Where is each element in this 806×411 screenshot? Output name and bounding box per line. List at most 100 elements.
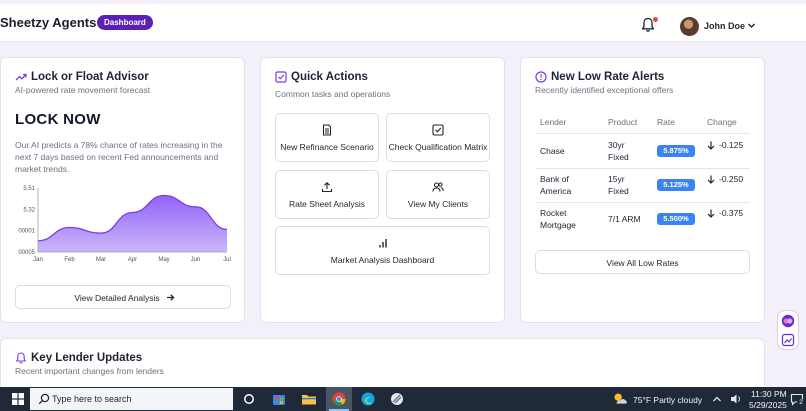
dashboard-badge: Dashboard xyxy=(97,15,153,30)
rate-alerts-subtitle: Recently identified exceptional offers xyxy=(535,85,674,95)
quick-action-new-refinance[interactable]: New Refinance Scenario xyxy=(275,113,379,162)
app-icon[interactable] xyxy=(385,387,409,411)
users-icon xyxy=(432,182,444,192)
x-tick-label: Apr xyxy=(128,257,137,263)
lender-cell-line2: Mortgage xyxy=(540,220,576,230)
x-tick-label: May xyxy=(158,257,169,263)
quick-action-label: Rate Sheet Analysis xyxy=(288,199,366,209)
arrow-down-icon xyxy=(707,141,715,150)
notification-dot xyxy=(653,17,658,22)
column-header-rate: Rate xyxy=(657,117,675,127)
top-navigation-bar: Sheetzy Agents Dashboard John Doe xyxy=(0,4,806,42)
clock-time[interactable]: 11:30 PM xyxy=(751,389,787,399)
upload-icon xyxy=(321,182,333,193)
arrow-right-icon xyxy=(167,294,175,301)
assistant-icon[interactable] xyxy=(781,314,795,328)
checkbox-icon xyxy=(432,124,444,136)
product-cell-line2: Fixed xyxy=(608,152,629,162)
quick-actions-title: Quick Actions xyxy=(291,71,368,83)
clock-date[interactable]: 5/29/2025 xyxy=(749,400,787,410)
column-header-product: Product xyxy=(608,117,638,127)
search-icon xyxy=(38,393,50,405)
lender-cell: Bank of xyxy=(540,174,569,184)
quick-action-check-qualification[interactable]: Check Qualification Matrix xyxy=(386,113,490,162)
avatar[interactable] xyxy=(680,17,699,36)
quick-action-label: Check Qualification Matrix xyxy=(388,142,488,152)
column-header-lender: Lender xyxy=(540,117,567,127)
quick-action-label: New Refinance Scenario xyxy=(280,142,374,152)
user-name[interactable]: John Doe xyxy=(704,21,745,31)
button-label: View All Low Rates xyxy=(606,258,679,268)
lender-updates-subtitle: Recent important changes from lenders xyxy=(15,366,164,376)
chrome-active-tab[interactable] xyxy=(326,387,352,411)
y-tick-label: 5.32 xyxy=(23,207,35,213)
volume-icon[interactable] xyxy=(729,387,743,411)
quick-action-label: View My Clients xyxy=(407,199,469,209)
change-value: -0.375 xyxy=(719,208,744,218)
rate-badge: 5.500% xyxy=(657,213,695,225)
lender-cell: Chase xyxy=(540,146,565,156)
rate-forecast-chart: 5.51 5.32 00001 00005Jan Feb Mar Apr May Jun Jul xyxy=(18,186,231,263)
taskbar-search-box[interactable]: Type here to search xyxy=(30,388,233,410)
trending-up-icon xyxy=(15,73,27,81)
prediction-text: Our AI predicts a 78% chance of rates in… xyxy=(15,140,223,174)
quick-action-view-clients[interactable]: View My Clients xyxy=(386,170,490,219)
button-label: View Detailed Analysis xyxy=(74,293,160,303)
view-detailed-analysis-button[interactable]: View Detailed Analysis xyxy=(15,285,231,309)
alert-circle-icon xyxy=(535,71,547,83)
notification-count: 2 xyxy=(797,399,805,407)
x-tick-label: Mar xyxy=(96,257,106,263)
bell-icon xyxy=(16,352,26,364)
x-tick-label: Feb xyxy=(64,257,75,263)
document-icon xyxy=(322,124,332,136)
change-value: -0.125 xyxy=(719,140,744,150)
x-tick-label: Jan xyxy=(33,257,43,263)
lender-updates-title: Key Lender Updates xyxy=(31,352,143,364)
chevron-down-icon[interactable] xyxy=(747,21,756,30)
x-tick-label: Jul xyxy=(223,257,231,263)
lender-cell: Rocket xyxy=(540,208,567,218)
chart-area-fill xyxy=(38,195,227,252)
quick-actions-subtitle: Common tasks and operations xyxy=(275,89,391,99)
quick-action-market-analysis[interactable]: Market Analysis Dashboard xyxy=(275,226,490,275)
edge-icon[interactable] xyxy=(356,387,380,411)
table-divider xyxy=(535,168,750,169)
image-analysis-icon[interactable] xyxy=(781,333,795,347)
column-header-change: Change xyxy=(707,117,737,127)
product-cell: 7/1 ARM xyxy=(608,214,641,224)
chrome-icon xyxy=(332,392,346,406)
checkbox-icon xyxy=(275,71,287,83)
arrow-down-icon xyxy=(707,209,715,218)
chevron-up-icon[interactable] xyxy=(711,387,723,411)
table-divider xyxy=(535,133,750,134)
change-value: -0.250 xyxy=(719,174,744,184)
y-tick-label: 5.51 xyxy=(23,186,35,192)
arrow-down-icon xyxy=(707,175,715,184)
cortana-icon[interactable] xyxy=(237,387,261,411)
weather-icon xyxy=(614,393,627,404)
windows-taskbar: Type here to search 75°F Partly cloudy 1… xyxy=(0,387,806,411)
taskbar-search-placeholder: Type here to search xyxy=(52,394,132,404)
rate-alerts-title: New Low Rate Alerts xyxy=(551,71,665,83)
bar-chart-icon xyxy=(378,239,387,248)
file-explorer-icon[interactable] xyxy=(297,387,321,411)
weather-text[interactable]: 75°F Partly cloudy xyxy=(633,395,702,405)
product-cell: 30yr xyxy=(608,140,625,150)
view-all-low-rates-button[interactable]: View All Low Rates xyxy=(535,250,750,274)
y-tick-label: 00005 xyxy=(18,250,35,256)
app-brand[interactable]: Sheetzy Agents xyxy=(0,15,96,30)
advisor-title: Lock or Float Advisor xyxy=(31,71,149,83)
windows-start-icon[interactable] xyxy=(6,387,30,411)
recommendation-text: LOCK NOW xyxy=(15,111,101,128)
notification-center-button[interactable]: 2 xyxy=(790,393,805,407)
lender-cell-line2: America xyxy=(540,186,572,196)
x-tick-label: Jun xyxy=(191,257,201,263)
quick-action-rate-sheet[interactable]: Rate Sheet Analysis xyxy=(275,170,379,219)
floating-assistant-widget[interactable] xyxy=(777,310,799,350)
store-icon[interactable] xyxy=(267,387,291,411)
product-cell: 15yr xyxy=(608,174,625,184)
rate-badge: 5.875% xyxy=(657,145,695,157)
product-cell-line2: Fixed xyxy=(608,186,629,196)
advisor-subtitle: AI-powered rate movement forecast xyxy=(15,85,151,95)
quick-action-label: Market Analysis Dashboard xyxy=(330,255,435,265)
